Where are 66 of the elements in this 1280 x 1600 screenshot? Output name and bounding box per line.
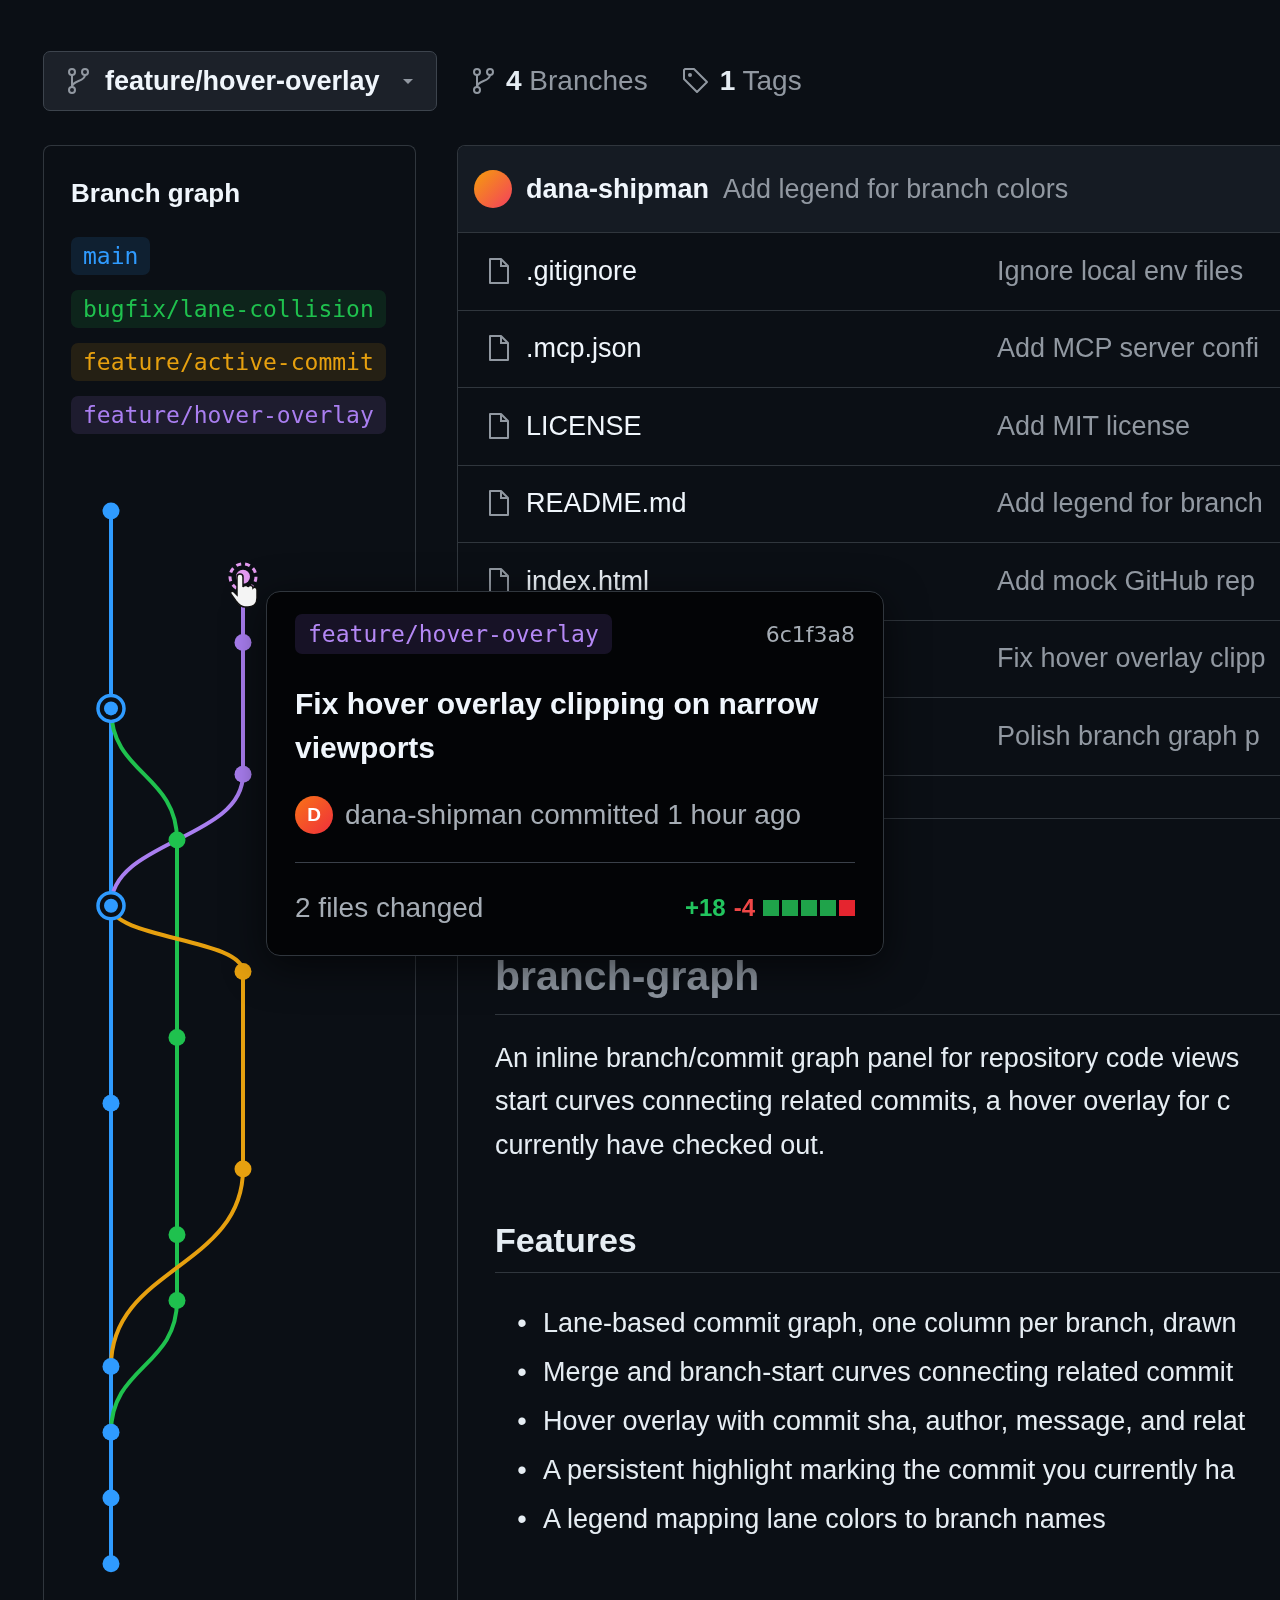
caret-icon bbox=[402, 77, 414, 85]
file-icon bbox=[488, 257, 510, 285]
readme-paragraph: An inline branch/commit graph panel for repository code views start curves connecting related commits, a hover overlay for c currently have checked out. bbox=[495, 1041, 1241, 1162]
branch-selector[interactable]: feature/hover-overlay bbox=[43, 51, 437, 111]
commit-message[interactable]: Add mock GitHub rep bbox=[997, 565, 1256, 597]
files-changed: 2 files changed bbox=[295, 892, 484, 924]
file-icon bbox=[488, 490, 510, 518]
bullet: • bbox=[516, 1504, 528, 1535]
commit-node bbox=[234, 765, 252, 783]
bullet: • bbox=[516, 1406, 528, 1437]
commit-node bbox=[102, 502, 120, 520]
bullet: • bbox=[516, 1455, 528, 1486]
highlighted-commit-node bbox=[96, 693, 126, 724]
branch-label[interactable]: bugfix/lane-collision bbox=[71, 290, 386, 328]
tags-link[interactable]: 1 Tags bbox=[681, 65, 802, 97]
branch-label[interactable]: main bbox=[71, 237, 151, 275]
commit-title: Fix hover overlay clipping on narrow viewports bbox=[295, 686, 820, 766]
panel-title: Branch graph bbox=[71, 178, 242, 209]
commit-message[interactable]: Ignore local env files bbox=[997, 255, 1244, 287]
file-name[interactable]: LICENSE bbox=[526, 410, 997, 442]
branches-link[interactable]: 4 Branches bbox=[471, 65, 648, 97]
commit-message[interactable]: Add legend for branch bbox=[997, 488, 1263, 520]
commit-node bbox=[168, 1226, 186, 1244]
commit-message[interactable]: Add legend for branch colors bbox=[723, 173, 1069, 205]
file-name[interactable]: .mcp.json bbox=[526, 333, 997, 365]
commit-node bbox=[234, 963, 252, 981]
branch-icon bbox=[471, 67, 496, 95]
feature-item: Merge and branch-start curves connecting related commit bbox=[543, 1357, 1234, 1388]
avatar bbox=[474, 170, 512, 208]
file-name[interactable]: .gitignore bbox=[526, 255, 997, 287]
commit-node bbox=[102, 1094, 120, 1112]
commit-node bbox=[102, 1357, 120, 1375]
commit-node bbox=[168, 1292, 186, 1310]
avatar: D bbox=[295, 796, 333, 834]
feature-item: Hover overlay with commit sha, author, message, and relat bbox=[543, 1406, 1246, 1437]
commit-node bbox=[234, 1160, 252, 1178]
branch-label: feature/hover-overlay bbox=[295, 614, 612, 654]
commit-node bbox=[102, 1489, 120, 1507]
commit-message[interactable]: Add MIT license bbox=[997, 410, 1191, 442]
feature-item: A legend mapping lane colors to branch names bbox=[543, 1504, 1106, 1535]
additions-count: +18 bbox=[684, 894, 726, 922]
commit-node bbox=[168, 1028, 186, 1046]
feature-item: A persistent highlight marking the commit you currently ha bbox=[543, 1455, 1235, 1486]
feature-item: Lane-based commit graph, one column per branch, drawn bbox=[543, 1308, 1237, 1339]
bullet: • bbox=[516, 1357, 528, 1388]
commit-message[interactable]: Polish branch graph p bbox=[997, 720, 1260, 752]
commit-node bbox=[102, 1555, 120, 1573]
commit-node bbox=[168, 831, 186, 849]
section-heading: Features bbox=[495, 1221, 1280, 1273]
tag-icon bbox=[681, 67, 710, 95]
commit-node bbox=[102, 1423, 120, 1441]
file-icon bbox=[488, 412, 510, 440]
highlighted-commit-node bbox=[96, 891, 126, 921]
commit-message[interactable]: Add MCP server confi bbox=[997, 333, 1260, 365]
file-name[interactable]: README.md bbox=[526, 488, 997, 520]
commit-sha: 6c1f3a8 bbox=[765, 621, 855, 647]
commit-author[interactable]: dana-shipman bbox=[526, 173, 710, 205]
commit-byline: dana-shipman committed 1 hour ago bbox=[345, 799, 802, 831]
file-icon bbox=[488, 335, 510, 363]
branch-icon bbox=[66, 67, 91, 95]
commit-message[interactable]: Fix hover overlay clipp bbox=[997, 643, 1266, 675]
branch-label[interactable]: feature/active-commit bbox=[71, 343, 386, 381]
commit-node bbox=[234, 634, 252, 652]
bullet: • bbox=[516, 1308, 528, 1339]
deletions-count: -4 bbox=[733, 894, 755, 922]
branch-label[interactable]: feature/hover-overlay bbox=[71, 396, 386, 434]
